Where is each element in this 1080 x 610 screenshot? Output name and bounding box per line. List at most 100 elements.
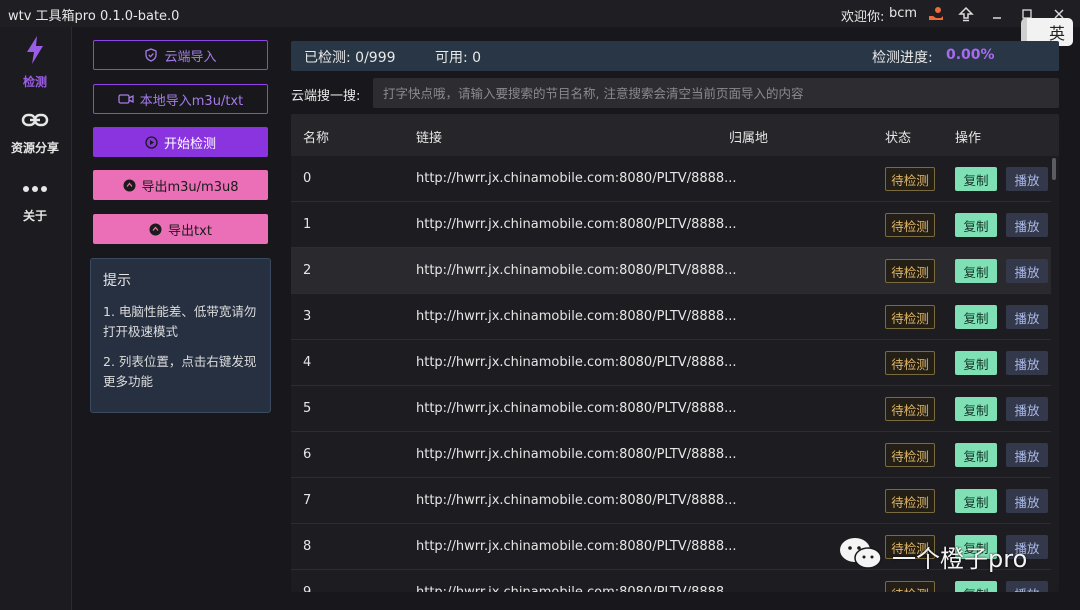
nav-item-resource-share[interactable]: 资源分享 [0,109,70,156]
copy-button[interactable]: 复制 [955,167,997,191]
row-link: http://hwrr.jx.chinamobile.com:8080/PLTV… [416,493,737,508]
progress-label: 检测进度: [872,50,933,66]
status-badge: 待检测 [885,167,935,191]
status-badge: 待检测 [885,581,935,592]
play-button[interactable]: 播放 [1006,213,1048,237]
row-name: 3 [303,309,312,324]
progress-value: 0.00% [946,47,995,63]
app-title: wtv 工具箱pro 0.1.0-bate.0 [8,9,180,24]
tip-line-2: 2. 列表位置，点击右键发现更多功能 [103,354,257,389]
hand-gift-icon[interactable] [925,3,947,25]
copy-button[interactable]: 复制 [955,443,997,467]
export-txt-label: 导出txt [168,223,212,239]
table-row[interactable]: 1 http://hwrr.jx.chinamobile.com:8080/PLT… [291,202,1051,248]
copy-button[interactable]: 复制 [955,259,997,283]
status-badge: 待检测 [885,305,935,329]
table-row[interactable]: 4 http://hwrr.jx.chinamobile.com:8080/PLT… [291,340,1051,386]
row-link: http://hwrr.jx.chinamobile.com:8080/PLTV… [416,309,737,324]
play-circle-icon [145,135,158,149]
table-row[interactable]: 2 http://hwrr.jx.chinamobile.com:8080/PLT… [291,248,1051,294]
table-row[interactable]: 0 http://hwrr.jx.chinamobile.com:8080/PLT… [291,156,1051,202]
welcome-label: 欢迎你: [841,10,885,25]
row-name: 5 [303,401,312,416]
play-button[interactable]: 播放 [1006,581,1048,592]
row-name: 9 [303,585,311,592]
export-m3u-button[interactable]: 导出m3u/m3u8 [93,170,268,200]
local-import-label: 本地导入m3u/txt [139,93,244,109]
nav-item-about[interactable]: 关于 [0,179,70,224]
checked-count: 已检测: 0/999 [304,50,396,66]
channel-table: 名称 链接 归属地 状态 操作 0 http://hwrr.jx.chinamob… [291,114,1059,592]
status-badge: 待检测 [885,397,935,421]
column-region[interactable]: 归属地 [729,127,768,146]
lightning-icon [24,35,46,69]
row-link: http://hwrr.jx.chinamobile.com:8080/PLTV… [416,401,737,416]
status-badge: 待检测 [885,489,935,513]
play-button[interactable]: 播放 [1006,397,1048,421]
row-link: http://hwrr.jx.chinamobile.com:8080/PLTV… [416,217,737,232]
play-button[interactable]: 播放 [1006,259,1048,283]
row-name: 2 [303,263,312,278]
cloud-import-button[interactable]: 云端导入 [93,40,268,70]
tip-panel: 提示 1. 电脑性能差、低带宽请勿打开极速模式 2. 列表位置，点击右键发现更多… [90,258,271,413]
available-count: 可用: 0 [435,50,482,66]
search-input[interactable] [373,78,1059,108]
play-button[interactable]: 播放 [1006,489,1048,513]
column-actions: 操作 [955,131,982,146]
link-icon [21,109,49,135]
status-badge: 待检测 [885,213,935,237]
start-check-label: 开始检测 [163,136,216,152]
row-link: http://hwrr.jx.chinamobile.com:8080/PLTV… [416,447,737,462]
tip-title: 提示 [103,273,131,289]
nav-item-detect[interactable]: 检测 [0,35,70,90]
row-name: 6 [303,447,312,462]
more-dots-icon [21,179,49,203]
table-row[interactable]: 5 http://hwrr.jx.chinamobile.com:8080/PLT… [291,386,1051,432]
watermark: 一个橙子pro [838,536,1038,576]
video-camera-icon [118,93,134,105]
play-button[interactable]: 播放 [1006,351,1048,375]
play-button[interactable]: 播放 [1006,305,1048,329]
sidebar-nav: 检测 资源分享 关于 [0,27,72,610]
column-status[interactable]: 状态 [885,127,911,146]
table-scrollbar[interactable] [1052,158,1056,180]
export-circle-icon [123,179,136,192]
row-link: http://hwrr.jx.chinamobile.com:8080/PLTV… [416,585,737,592]
pin-up-icon[interactable] [955,3,977,25]
row-name: 4 [303,355,312,370]
copy-button[interactable]: 复制 [955,397,997,421]
table-header: 名称 链接 归属地 状态 操作 [291,114,1059,156]
copy-button[interactable]: 复制 [955,213,997,237]
row-link: http://hwrr.jx.chinamobile.com:8080/PLTV… [416,171,737,186]
start-check-button[interactable]: 开始检测 [93,127,268,157]
row-name: 1 [303,217,312,232]
row-name: 7 [303,493,312,508]
copy-button[interactable]: 复制 [955,581,997,592]
copy-button[interactable]: 复制 [955,351,997,375]
row-link: http://hwrr.jx.chinamobile.com:8080/PLTV… [416,263,737,278]
status-badge: 待检测 [885,351,935,375]
column-name[interactable]: 名称 [303,127,329,146]
minimize-icon[interactable] [986,3,1008,25]
play-button[interactable]: 播放 [1006,167,1048,191]
local-import-button[interactable]: 本地导入m3u/txt [93,84,268,114]
status-badge: 待检测 [885,443,935,467]
username[interactable]: bcm [889,6,917,21]
row-link: http://hwrr.jx.chinamobile.com:8080/PLTV… [416,539,737,554]
copy-button[interactable]: 复制 [955,489,997,513]
nav-label-detect: 检测 [22,75,47,89]
tip-line-1: 1. 电脑性能差、低带宽请勿打开极速模式 [103,304,257,339]
table-row[interactable]: 3 http://hwrr.jx.chinamobile.com:8080/PLT… [291,294,1051,340]
cloud-import-label: 云端导入 [164,49,217,65]
export-circle-icon [149,223,162,236]
column-link[interactable]: 链接 [416,127,442,146]
watermark-text: 一个橙子pro [892,544,1028,573]
nav-label-about: 关于 [22,209,47,223]
export-txt-button[interactable]: 导出txt [93,214,268,244]
copy-button[interactable]: 复制 [955,305,997,329]
table-row[interactable]: 7 http://hwrr.jx.chinamobile.com:8080/PLT… [291,478,1051,524]
row-name: 0 [303,171,312,186]
play-button[interactable]: 播放 [1006,443,1048,467]
table-row[interactable]: 6 http://hwrr.jx.chinamobile.com:8080/PLT… [291,432,1051,478]
nav-label-resource-share: 资源分享 [10,141,59,155]
